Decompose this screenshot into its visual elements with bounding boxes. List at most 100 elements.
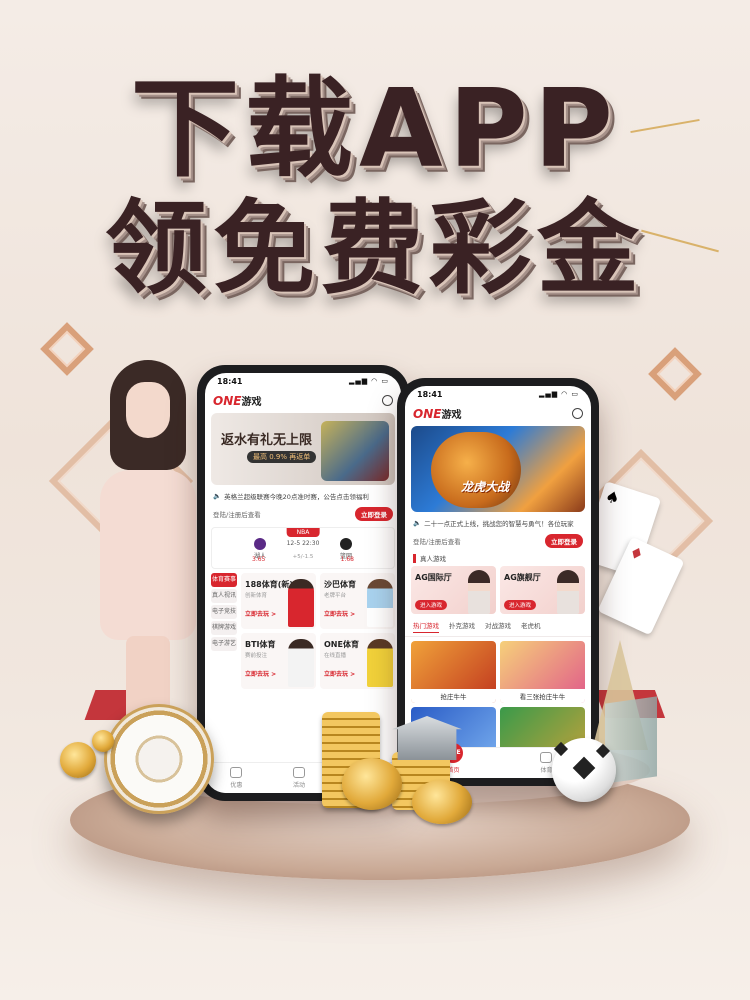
banner-title: 龙虎大战 <box>461 480 510 494</box>
login-button[interactable]: 立即登录 <box>355 507 393 521</box>
category-chess[interactable]: 棋牌游戏 <box>211 621 237 635</box>
diamond-decor <box>40 322 94 376</box>
logo-brand: ONE <box>413 406 442 421</box>
match-card[interactable]: NBA 湖人 12-5 22:30 篮网 3.65 +5/-1.5 1.68 <box>211 527 395 569</box>
signal-icon: ▂▄▆ ◠ ▭ <box>348 377 389 385</box>
tab-activities[interactable]: 活动 <box>293 767 305 789</box>
venue-card[interactable]: 沙巴体育 老牌平台 立即去玩 > <box>320 573 395 629</box>
hall-card[interactable]: AG旗舰厅 进入游戏 <box>500 566 585 614</box>
logo-brand: ONE <box>213 393 242 408</box>
venue-sub: 赛前投注 <box>245 653 268 659</box>
players-image <box>321 421 389 481</box>
gold-coin <box>92 730 114 752</box>
player-image <box>367 579 393 627</box>
promo-banner[interactable]: 返水有礼无上限 最高 0.9% 再返单 <box>211 413 395 485</box>
game-name: 抢庄牛牛 <box>411 689 496 703</box>
match-time: 12-5 22:30 <box>286 540 320 547</box>
venue-sub: 创新体育 <box>245 593 268 599</box>
promo-poster: 下载APP 领免费彩金 ♠ ♦ 18:41 ▂▄▆ ◠ ▭ ONE游戏 返水有礼… <box>0 0 750 1000</box>
status-time: 18:41 <box>217 376 243 386</box>
notice-bar[interactable]: 🔈 二十一点正式上线，挑战您的智慧与勇气！各位玩家 <box>405 514 591 532</box>
promo-banner[interactable]: 龙虎大战 <box>411 426 585 512</box>
banner-subtitle: 最高 0.9% 再返单 <box>247 451 317 463</box>
home-odds[interactable]: 3.65 <box>252 556 265 563</box>
venue-sub: 老牌平台 <box>324 593 347 599</box>
venue-play-link[interactable]: 立即去玩 > <box>245 669 276 678</box>
login-row: 登陆/注册后查看 立即登录 <box>205 505 401 523</box>
venue-card[interactable]: BTI体育 赛前投注 立即去玩 > <box>241 633 316 689</box>
section-header: 真人游戏 <box>405 550 591 566</box>
game-tabs: 热门游戏 扑克游戏 对战游戏 老虎机 <box>405 614 591 637</box>
banner-title: 返水有礼无上限 <box>221 433 313 448</box>
category-sports[interactable]: 体育赛事 <box>211 573 237 587</box>
handicap: +5/-1.5 <box>292 554 314 560</box>
hall-name: AG国际厅 <box>415 573 452 582</box>
team-logo-icon <box>339 538 352 550</box>
speaker-icon: 🔈 <box>213 492 222 500</box>
gift-icon <box>230 767 243 778</box>
gold-coin <box>342 758 402 810</box>
category-live[interactable]: 真人视讯 <box>211 589 237 603</box>
section-title: 真人游戏 <box>420 555 446 563</box>
team-logo-icon <box>254 538 266 550</box>
tab-promotions[interactable]: 优惠 <box>230 767 242 789</box>
status-bar: 18:41 ▂▄▆ ◠ ▭ <box>405 386 591 402</box>
player-image <box>288 579 314 627</box>
tab-sports[interactable]: 体育 <box>540 752 552 774</box>
gold-coin <box>412 780 472 824</box>
venue-play-link[interactable]: 立即去玩 > <box>324 669 355 678</box>
tab-slots[interactable]: 老虎机 <box>521 620 541 633</box>
speaker-icon: 🔈 <box>413 519 422 527</box>
logo-suffix: 游戏 <box>441 409 462 421</box>
dealer-image <box>468 570 490 614</box>
hall-name: AG旗舰厅 <box>504 573 541 582</box>
login-prompt: 登陆/注册后查看 <box>413 538 461 546</box>
logo-suffix: 游戏 <box>241 396 262 408</box>
game-name: 看三张抢庄牛牛 <box>500 689 585 703</box>
venue-name: BTI体育 <box>245 640 276 649</box>
hall-list: AG国际厅 进入游戏 AG旗舰厅 进入游戏 <box>405 566 591 614</box>
enter-game-button[interactable]: 进入游戏 <box>504 600 537 610</box>
venue-card[interactable]: ONE体育 在线直播 立即去玩 > <box>320 633 395 689</box>
model-figure <box>92 360 204 730</box>
tab-hot-games[interactable]: 热门游戏 <box>413 620 439 633</box>
football-icon <box>540 752 553 763</box>
venue-card[interactable]: 188体育(新) 创新体育 立即去玩 > <box>241 573 316 629</box>
league-badge: NBA <box>286 528 320 537</box>
venue-name: 沙巴体育 <box>324 580 356 589</box>
tab-label: 优惠 <box>230 782 243 789</box>
category-section: 体育赛事 真人视讯 电子竞技 棋牌游戏 电子游艺 188体育(新) 创新体育 立… <box>205 573 401 689</box>
refresh-icon[interactable] <box>382 394 393 406</box>
venue-play-link[interactable]: 立即去玩 > <box>245 609 276 618</box>
notice-text: 英格兰超级联赛今晚20点准时赛，公告点击领福利 <box>224 493 369 501</box>
dealer-image <box>557 570 579 614</box>
enter-game-button[interactable]: 进入游戏 <box>415 600 448 610</box>
game-card[interactable]: 看三张抢庄牛牛 <box>500 641 585 703</box>
signal-icon: ▂▄▆ ◠ ▭ <box>538 390 579 398</box>
notice-bar[interactable]: 🔈 英格兰超级联赛今晚20点准时赛，公告点击领福利 <box>205 487 401 505</box>
gold-coin <box>60 742 96 778</box>
category-esports[interactable]: 电子竞技 <box>211 605 237 619</box>
player-image <box>288 639 314 687</box>
hall-card[interactable]: AG国际厅 进入游戏 <box>411 566 496 614</box>
category-list: 体育赛事 真人视讯 电子竞技 棋牌游戏 电子游艺 <box>205 573 237 689</box>
game-card[interactable]: 抢庄牛牛 <box>411 641 496 703</box>
login-button[interactable]: 立即登录 <box>545 534 583 548</box>
headline-free-bonus: 领免费彩金 <box>105 190 645 309</box>
venue-play-link[interactable]: 立即去玩 > <box>324 609 355 618</box>
player-image <box>367 639 393 687</box>
venue-name: ONE体育 <box>324 640 359 649</box>
tab-poker-games[interactable]: 扑克游戏 <box>449 620 475 633</box>
status-bar: 18:41 ▂▄▆ ◠ ▭ <box>205 373 401 389</box>
app-logo: ONE游戏 <box>413 406 461 421</box>
tab-battle-games[interactable]: 对战游戏 <box>485 620 511 633</box>
tab-label: 活动 <box>293 782 306 789</box>
category-slots[interactable]: 电子游艺 <box>211 637 237 651</box>
refresh-icon[interactable] <box>572 407 583 419</box>
away-odds[interactable]: 1.68 <box>341 556 354 563</box>
tab-label: 体育 <box>540 767 553 774</box>
status-time: 18:41 <box>417 389 443 399</box>
headline-download-app: 下载APP <box>131 67 619 192</box>
venue-grid: 188体育(新) 创新体育 立即去玩 > 沙巴体育 老牌平台 立即去玩 > BT… <box>237 573 401 689</box>
venue-name: 188体育(新) <box>245 580 294 589</box>
